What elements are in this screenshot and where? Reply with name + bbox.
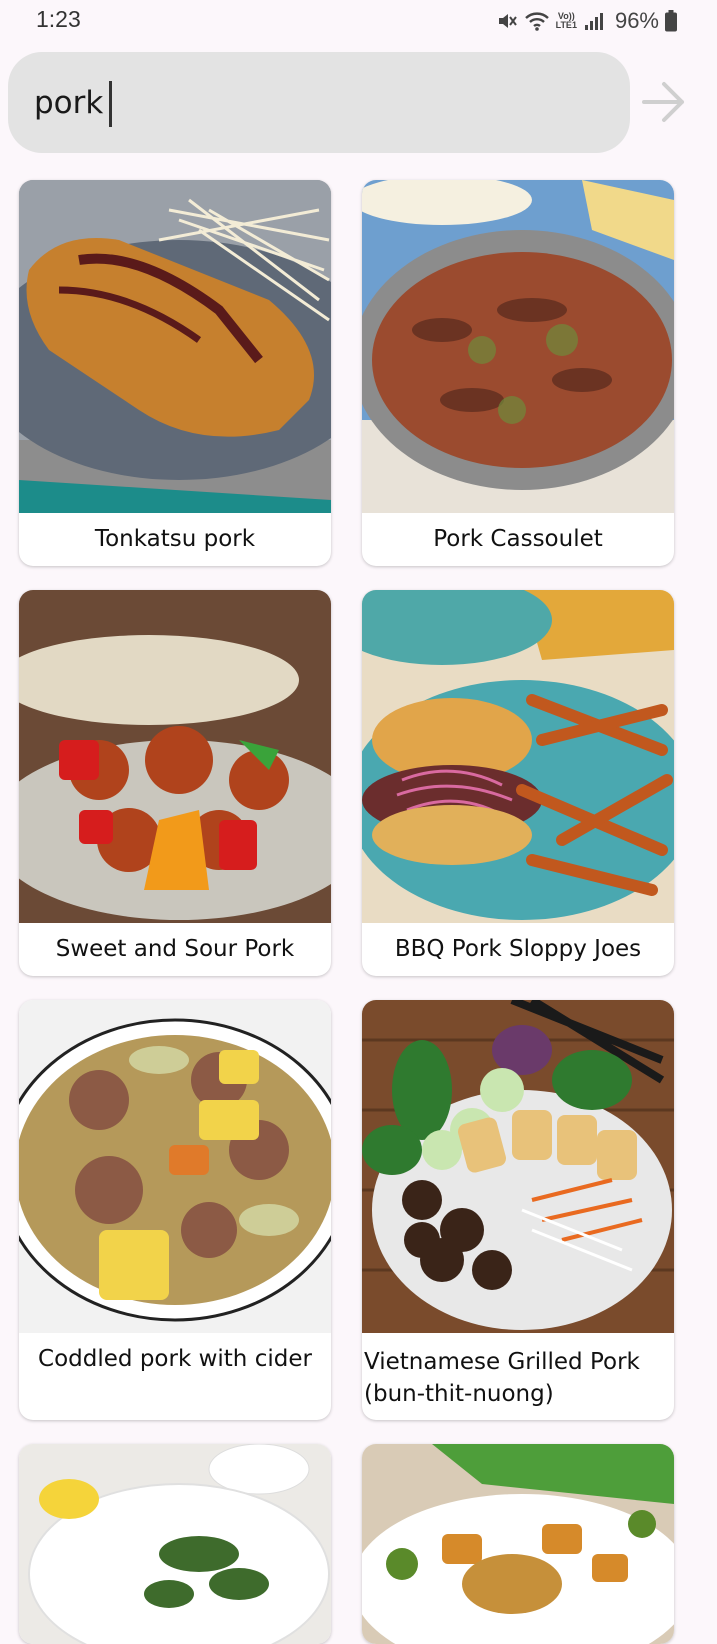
recipe-title: BBQ Pork Sloppy Joes (394, 936, 642, 962)
recipe-title: Sweet and Sour Pork (55, 936, 295, 962)
recipe-title: Coddled pork with cider (38, 1346, 312, 1372)
recipe-title: Tonkatsu pork (94, 526, 256, 552)
recipe-card[interactable]: Vietnamese Grilled Pork (bun-thit-nuong) (362, 1000, 674, 1420)
status-bar: 1:23 Vo)) LTE1 96% (0, 0, 717, 44)
mute-icon (496, 10, 518, 32)
recipe-image (362, 180, 674, 513)
status-time: 1:23 (36, 6, 81, 32)
volte-label-bottom: LTE1 (555, 20, 577, 30)
volte-icon: Vo)) LTE1 (556, 12, 577, 30)
recipe-card[interactable] (19, 1444, 331, 1644)
recipe-card[interactable]: Tonkatsu pork (19, 180, 331, 566)
search-field[interactable] (8, 52, 630, 153)
recipe-card[interactable] (362, 1444, 674, 1644)
wifi-icon (524, 10, 550, 32)
search-input[interactable] (34, 76, 594, 130)
recipe-image (19, 1000, 331, 1333)
status-icons: Vo)) LTE1 96% (496, 8, 677, 34)
signal-icon (583, 11, 605, 31)
recipe-card[interactable]: Pork Cassoulet (362, 180, 674, 566)
recipe-image (19, 1444, 331, 1644)
recipe-image (362, 590, 674, 923)
text-cursor (109, 81, 112, 127)
battery-percent: 96% (614, 8, 659, 33)
recipe-card[interactable]: BBQ Pork Sloppy Joes (362, 590, 674, 976)
recipe-card[interactable]: Sweet and Sour Pork (19, 590, 331, 976)
battery-icon (665, 10, 677, 32)
recipe-image (362, 1000, 674, 1333)
recipe-image (362, 1444, 674, 1644)
recipe-title: Pork Cassoulet (433, 526, 603, 552)
recipe-card[interactable]: Coddled pork with cider (19, 1000, 331, 1420)
recipe-image (19, 180, 331, 513)
recipe-title: Vietnamese Grilled Pork (bun-thit-nuong) (364, 1349, 640, 1407)
recipe-image (19, 590, 331, 923)
arrow-right-icon[interactable] (640, 78, 688, 126)
